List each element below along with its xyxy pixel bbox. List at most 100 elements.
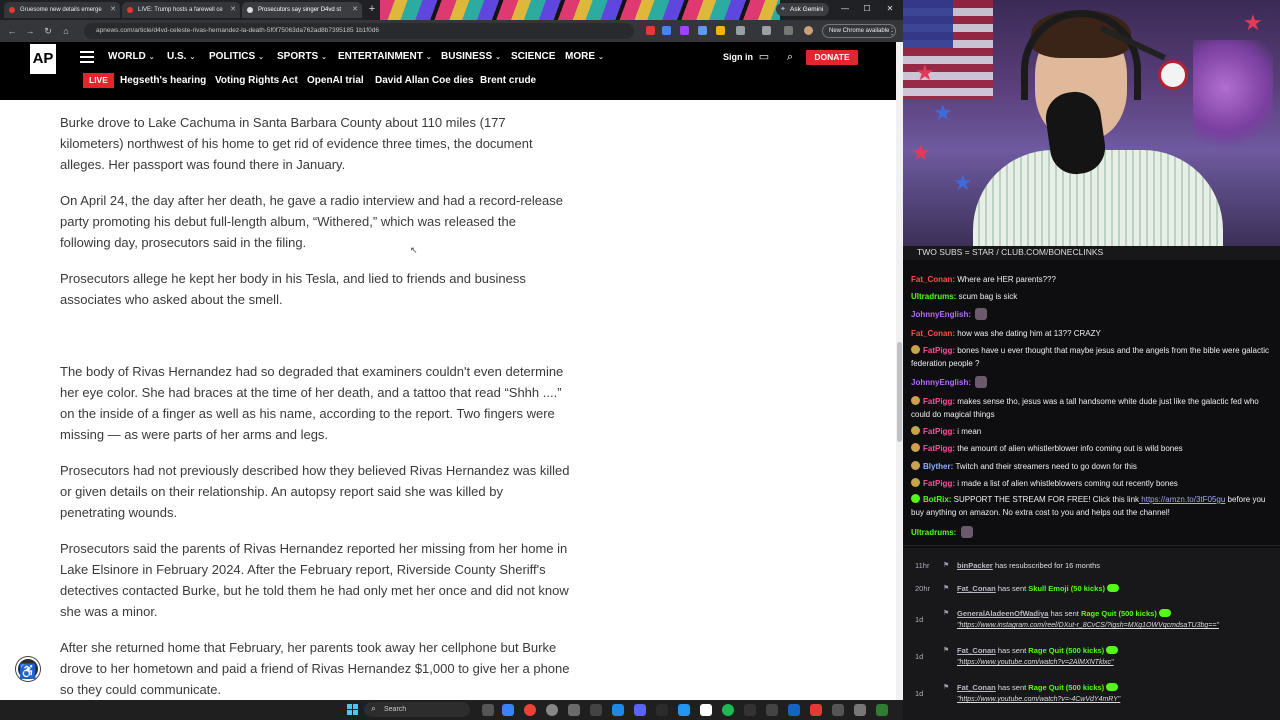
maximize-icon[interactable]: ☐ [860,2,874,16]
chat-bubble-icon[interactable]: ▭ [758,51,770,63]
event-time: 1d [915,689,924,698]
trending-link[interactable]: Brent crude [480,75,536,86]
nav-science[interactable]: SCIENCE [511,51,555,62]
tab-prosecutors[interactable]: Prosecutors say singer D4vd st ✕ [242,2,362,18]
scrollbar-thumb[interactable] [897,342,902,442]
article-paragraph: Prosecutors allege he kept her body in h… [60,271,526,307]
chat-username[interactable]: Fat_Conan: [911,329,957,338]
chat-username[interactable]: FatPigg: [923,427,957,436]
app-icon[interactable] [832,704,844,716]
tab-live-trump[interactable]: LIVE: Trump hosts a farewell ce ✕ [122,2,240,18]
chat-username[interactable]: Blyther: [923,462,955,471]
event-url[interactable]: "https://www.youtube.com/watch?v=-4CwVdY… [957,696,1120,703]
app-icon[interactable] [656,704,668,716]
extension-icon[interactable] [662,26,671,35]
app-icon[interactable] [854,704,866,716]
extension-icon[interactable] [698,26,707,35]
chat-username[interactable]: FatPigg: [923,444,957,453]
app-icon[interactable] [700,704,712,716]
chat-username[interactable]: JohnnyEnglish: [911,310,973,319]
nav-more[interactable]: MORE ⌄ [565,51,604,62]
chat-divider [903,545,1280,546]
event-url[interactable]: "https://www.instagram.com/reel/DXut-r_8… [957,622,1219,629]
app-icon[interactable] [876,704,888,716]
sign-in-link[interactable]: Sign in [723,52,753,62]
extension-icon[interactable] [680,26,689,35]
back-icon[interactable]: ← [6,25,18,37]
app-icon[interactable] [612,704,624,716]
extension-icon[interactable] [716,26,725,35]
download-icon[interactable] [784,26,793,35]
event-username[interactable]: Fat_Conan [957,584,996,593]
kick-badge-icon [1106,683,1119,691]
search-icon[interactable]: ⌕ [784,51,796,63]
chat-link[interactable]: https://amzn.to/3tF05gu [1139,495,1225,504]
donate-button[interactable]: DONATE [806,50,858,65]
trending-link[interactable]: David Allan Coe dies [375,75,474,86]
task-view-icon[interactable] [482,704,494,716]
hamburger-menu-icon[interactable] [80,51,94,63]
windows-start-icon[interactable] [347,704,359,716]
chat-username[interactable]: JohnnyEnglish: [911,378,973,387]
trending-link[interactable]: OpenAI trial [307,75,364,86]
nav-us[interactable]: U.S. ⌄ [167,51,195,62]
event-username[interactable]: Fat_Conan [957,646,996,655]
spotify-icon[interactable] [722,704,734,716]
event-username[interactable]: GeneralAladeenOfWadiya [957,609,1048,618]
accessibility-icon[interactable]: ♿ [16,657,40,681]
edge-icon[interactable] [502,704,514,716]
extensions-puzzle-icon[interactable] [736,26,745,35]
extension-icon[interactable] [646,26,655,35]
reload-icon[interactable]: ↻ [42,25,54,37]
chat-username[interactable]: BotRix: [923,495,954,504]
nav-world[interactable]: WORLD ⌄ [108,51,155,62]
ask-gemini-button[interactable]: Ask Gemini [776,3,830,16]
article-paragraph: The body of Rivas Hernandez had so degra… [60,364,564,442]
chat-header-text: TWO SUBS = STAR / CLUB.COM/BONECLINKS [917,247,1104,257]
nav-sports[interactable]: SPORTS ⌄ [277,51,327,62]
event-url[interactable]: "https://www.youtube.com/watch?v=2AlMXNT… [957,659,1114,666]
app-icon[interactable] [590,704,602,716]
nav-business[interactable]: BUSINESS ⌄ [441,51,501,62]
chrome-icon[interactable] [524,704,536,716]
new-tab-button[interactable]: + [366,3,378,15]
app-icon[interactable] [546,704,558,716]
chat-message: Fat_Conan: Where are HER parents??? [911,274,1275,287]
app-icon[interactable] [678,704,690,716]
app-icon[interactable] [766,704,778,716]
event-username[interactable]: Fat_Conan [957,683,996,692]
discord-icon[interactable] [634,704,646,716]
profile-avatar[interactable] [804,26,813,35]
taskbar-search-input[interactable]: Search [364,701,470,717]
nav-entertainment[interactable]: ENTERTAINMENT ⌄ [338,51,432,62]
event-username[interactable]: binPacker [957,561,993,570]
chat-username[interactable]: Ultradrums: [911,528,959,537]
chat-username[interactable]: Fat_Conan: [911,275,957,284]
sidebar-icon[interactable] [762,26,771,35]
chat-username[interactable]: FatPigg: [923,479,957,488]
trending-link[interactable]: Hegseth's hearing [120,75,206,86]
close-icon[interactable]: ✕ [230,2,236,18]
forward-icon[interactable]: → [24,25,36,37]
chat-username[interactable]: Ultradrums: [911,292,959,301]
kebab-menu-icon[interactable]: ⋮ [886,25,898,37]
page-scrollbar[interactable] [896,42,903,700]
app-icon[interactable] [810,704,822,716]
chat-username[interactable]: FatPigg: [923,397,957,406]
chat-username[interactable]: FatPigg: [923,346,957,355]
donate-label: DONATE [814,52,850,62]
home-icon[interactable]: ⌂ [60,25,72,37]
live-badge[interactable]: LIVE [83,73,114,88]
app-icon[interactable] [568,704,580,716]
nav-politics[interactable]: POLITICS ⌄ [209,51,264,62]
close-icon[interactable]: ✕ [352,2,358,18]
minimize-icon[interactable]: — [838,2,852,16]
ap-logo[interactable]: AP [30,44,56,74]
app-icon[interactable] [788,704,800,716]
tab-gruesome[interactable]: Gruesome new details emerge ✕ [4,2,120,18]
app-icon[interactable] [744,704,756,716]
url-input[interactable]: apnews.com/article/d4vd-celeste-rivas-he… [84,23,634,39]
close-window-icon[interactable]: ✕ [883,2,897,16]
trending-link[interactable]: Voting Rights Act [215,75,298,86]
close-icon[interactable]: ✕ [110,2,116,18]
